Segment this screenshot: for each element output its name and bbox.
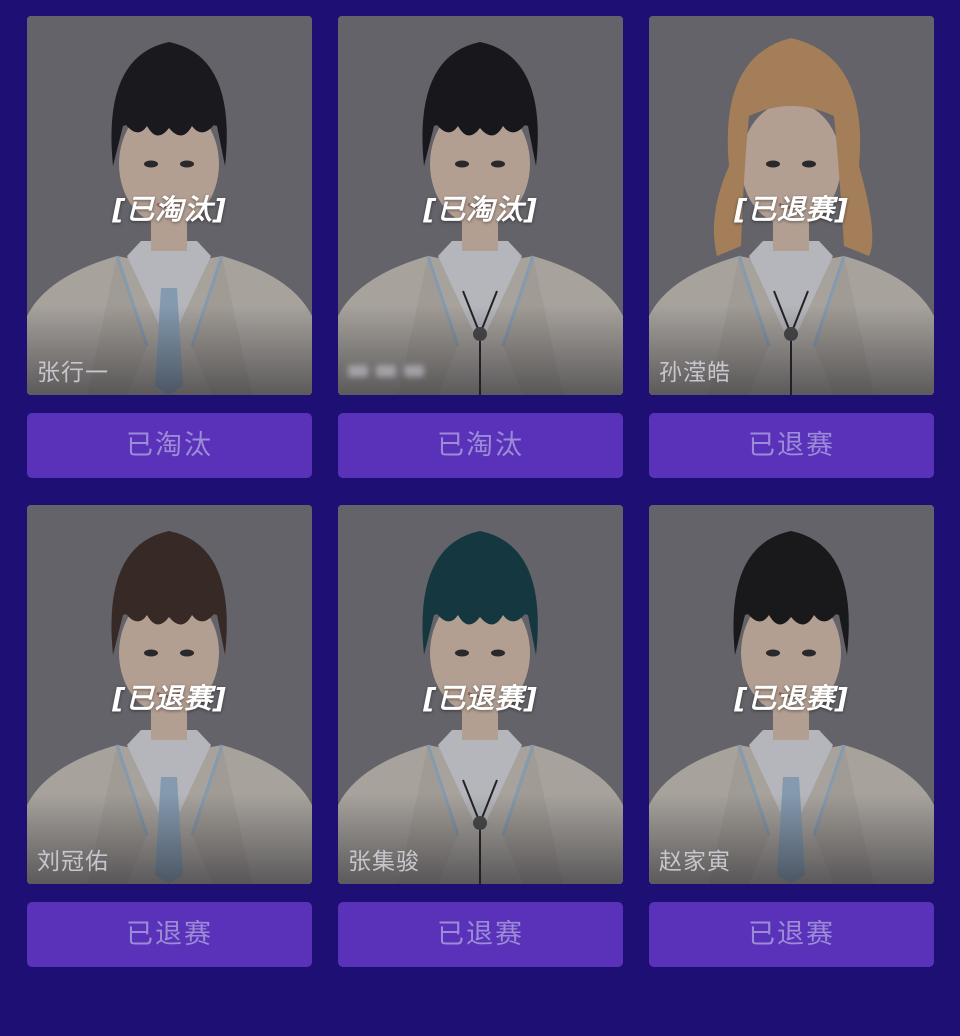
contestant-name: 张集骏 [348,849,420,875]
contestant-card[interactable]: [已退赛] 赵家寅 已退赛 [649,505,934,967]
contestant-photo[interactable]: [已退赛] 赵家寅 [649,505,934,884]
status-button[interactable]: 已退赛 [338,902,623,967]
status-overlay-label: [已退赛] [734,682,849,715]
status-button[interactable]: 已淘汰 [338,413,623,478]
status-overlay-label: [已淘汰] [112,193,227,226]
status-button[interactable]: 已淘汰 [27,413,312,478]
contestant-photo[interactable]: [已淘汰] 张行一 [27,16,312,395]
status-button[interactable]: 已退赛 [649,902,934,967]
contestant-name: 刘冠佑 [37,849,109,875]
contestant-grid: [已淘汰] 张行一 已淘汰 [已淘汰] 已淘汰 [已退赛] 孙滢皓 已退赛 [已… [0,0,960,1036]
contestant-card[interactable]: [已退赛] 张集骏 已退赛 [338,505,623,967]
contestant-card[interactable]: [已退赛] 刘冠佑 已退赛 [27,505,312,967]
status-overlay-label: [已淘汰] [423,193,538,226]
status-overlay-label: [已退赛] [112,682,227,715]
contestant-card[interactable]: [已退赛] 孙滢皓 已退赛 [649,16,934,478]
contestant-photo[interactable]: [已退赛] 刘冠佑 [27,505,312,884]
contestant-name: 张行一 [37,360,109,386]
blurred-name-icon [348,365,424,377]
contestant-card[interactable]: [已淘汰] 张行一 已淘汰 [27,16,312,478]
contestant-card[interactable]: [已淘汰] 已淘汰 [338,16,623,478]
status-button[interactable]: 已退赛 [649,413,934,478]
status-overlay-label: [已退赛] [734,193,849,226]
status-overlay-label: [已退赛] [423,682,538,715]
status-button[interactable]: 已退赛 [27,902,312,967]
contestant-photo[interactable]: [已退赛] 张集骏 [338,505,623,884]
contestant-name-obscured [348,361,428,387]
contestant-name: 赵家寅 [659,849,731,875]
contestant-name: 孙滢皓 [659,360,731,386]
contestant-photo[interactable]: [已淘汰] [338,16,623,395]
contestant-photo[interactable]: [已退赛] 孙滢皓 [649,16,934,395]
